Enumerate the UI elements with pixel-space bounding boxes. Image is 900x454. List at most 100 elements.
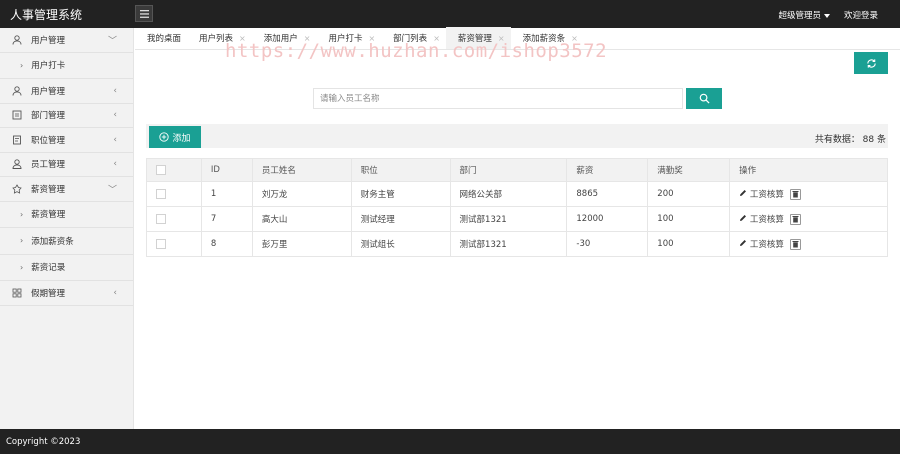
- chevron-left-icon: ‹: [113, 85, 117, 96]
- copyright-text: Copyright ©2023: [6, 436, 81, 447]
- cell-id: 7: [200, 206, 253, 232]
- delete-button[interactable]: [789, 188, 801, 200]
- row-checkbox[interactable]: [156, 213, 166, 224]
- watermark-text: https://www.huzhan.com/ishop3572: [225, 40, 608, 62]
- trash-icon: [792, 216, 799, 223]
- chevron-left-icon: ‹: [113, 159, 117, 170]
- row-select-cell: [146, 206, 202, 232]
- user-menu[interactable]: 超级管理员: [778, 9, 830, 21]
- total-count: 共有数据： 88 条: [814, 135, 886, 145]
- header-select-all: [146, 158, 202, 182]
- sidebar-item-salary[interactable]: 薪资管理 ﹀: [0, 177, 133, 202]
- employee-name-search-input[interactable]: [313, 88, 683, 109]
- sidebar-item-label: 职位管理: [31, 135, 66, 146]
- footer: Copyright ©2023: [0, 429, 900, 454]
- user-menu-label: 超级管理员: [778, 11, 821, 21]
- delete-button[interactable]: [789, 238, 801, 250]
- cell-actions: 工资核算: [729, 181, 888, 207]
- cell-salary: 12000: [566, 206, 649, 232]
- table-header-row: ID 员工姓名 职位 部门 薪资 满勤奖 操作: [146, 158, 888, 182]
- sidebar-item-label: 用户管理: [31, 35, 66, 46]
- cell-actions: 工资核算: [729, 231, 888, 257]
- refresh-icon: [866, 58, 876, 68]
- sidebar-item-employee[interactable]: 员工管理 ‹: [0, 153, 133, 177]
- top-navbar: 人事管理系统 超级管理员 欢迎登录: [0, 0, 900, 28]
- sidebar-subitem-label: 薪资记录: [31, 263, 66, 274]
- user-icon: [12, 86, 22, 96]
- chevron-left-icon: ‹: [113, 287, 117, 298]
- sidebar-subitem-add-salary-slip[interactable]: › 添加薪资条: [0, 228, 133, 255]
- sidebar-subitem-user-clockin[interactable]: › 用户打卡: [0, 52, 133, 79]
- app-title: 人事管理系统: [10, 8, 83, 22]
- chevron-right-icon: ›: [20, 60, 24, 70]
- search-button[interactable]: [686, 88, 722, 109]
- chevron-right-icon: ›: [20, 209, 24, 219]
- tab-desktop[interactable]: 我的桌面: [135, 27, 187, 49]
- trash-icon: [792, 241, 799, 248]
- header-name: 员工姓名: [251, 158, 352, 182]
- refresh-button[interactable]: [854, 52, 888, 74]
- cell-name: 刘万龙: [251, 181, 352, 207]
- sidebar-item-position[interactable]: 职位管理 ‹: [0, 128, 133, 153]
- cell-id: 1: [200, 181, 253, 207]
- header-salary: 薪资: [566, 158, 649, 182]
- cell-bonus: 100: [647, 231, 731, 257]
- header-actions: 操作: [729, 158, 888, 182]
- table-row: 7 高大山 测试经理 测试部1321 12000 100 工资核算: [146, 206, 888, 232]
- sidebar: 用户管理 ﹀ › 用户打卡 用户管理 ‹ 部门管理 ‹ 职位管理 ‹ 员工管理 …: [0, 28, 134, 429]
- cell-name: 高大山: [251, 206, 352, 232]
- search-icon: [699, 93, 710, 104]
- cell-salary: 8865: [566, 181, 649, 207]
- sidebar-item-label: 假期管理: [31, 288, 66, 299]
- sidebar-subitem-label: 薪资管理: [31, 210, 66, 221]
- sidebar-item-department[interactable]: 部门管理 ‹: [0, 104, 133, 128]
- row-select-cell: [146, 231, 202, 257]
- pencil-icon: [740, 190, 747, 196]
- menu-toggle-button[interactable]: [135, 5, 153, 22]
- header-id: ID: [200, 158, 253, 182]
- sidebar-item-label: 用户管理: [31, 86, 66, 97]
- row-checkbox[interactable]: [156, 238, 166, 249]
- chevron-left-icon: ‹: [113, 134, 117, 145]
- employee-icon: [12, 159, 22, 170]
- header-bonus: 满勤奖: [647, 158, 731, 182]
- sidebar-item-user-management[interactable]: 用户管理 ﹀: [0, 28, 133, 53]
- sidebar-subitem-salary-records[interactable]: › 薪资记录: [0, 254, 133, 281]
- cell-position: 财务主管: [350, 181, 451, 207]
- sidebar-subitem-label: 添加薪资条: [31, 236, 74, 247]
- row-checkbox[interactable]: [156, 188, 166, 199]
- select-all-checkbox[interactable]: [156, 164, 166, 175]
- cell-department: 测试部1321: [449, 231, 568, 257]
- calculate-salary-label: 工资核算: [749, 240, 784, 250]
- cell-department: 测试部1321: [449, 206, 568, 232]
- sidebar-item-user-management-2[interactable]: 用户管理 ‹: [0, 79, 133, 104]
- chevron-right-icon: ›: [20, 262, 24, 272]
- cell-bonus: 200: [647, 181, 731, 207]
- pencil-icon: [740, 215, 747, 221]
- chevron-left-icon: ‹: [113, 110, 117, 121]
- header-position: 职位: [350, 158, 451, 182]
- sidebar-item-label: 部门管理: [31, 111, 66, 122]
- hamburger-icon: [139, 9, 149, 18]
- welcome-link[interactable]: 欢迎登录: [844, 9, 878, 21]
- chevron-down-icon: ﹀: [107, 185, 117, 196]
- calculate-salary-link[interactable]: 工资核算: [739, 238, 784, 250]
- sidebar-item-label: 薪资管理: [31, 184, 66, 195]
- tab-label: 我的桌面: [147, 34, 182, 44]
- cell-bonus: 100: [647, 206, 731, 232]
- cell-salary: -30: [566, 231, 649, 257]
- sidebar-item-leave[interactable]: 假期管理 ‹: [0, 281, 133, 306]
- sidebar-item-label: 员工管理: [31, 160, 66, 171]
- chevron-down-icon: ﹀: [107, 36, 117, 47]
- cell-id: 8: [200, 231, 253, 257]
- add-circle-icon: [159, 132, 170, 142]
- delete-button[interactable]: [789, 213, 801, 225]
- table-toolbar: [146, 124, 888, 148]
- calculate-salary-link[interactable]: 工资核算: [739, 213, 784, 225]
- chevron-right-icon: ›: [20, 236, 24, 246]
- add-button[interactable]: 添加: [149, 126, 201, 148]
- add-button-label: 添加: [172, 133, 191, 144]
- sidebar-subitem-salary-management[interactable]: › 薪资管理: [0, 201, 133, 228]
- calculate-salary-link[interactable]: 工资核算: [739, 188, 784, 200]
- row-select-cell: [146, 181, 202, 207]
